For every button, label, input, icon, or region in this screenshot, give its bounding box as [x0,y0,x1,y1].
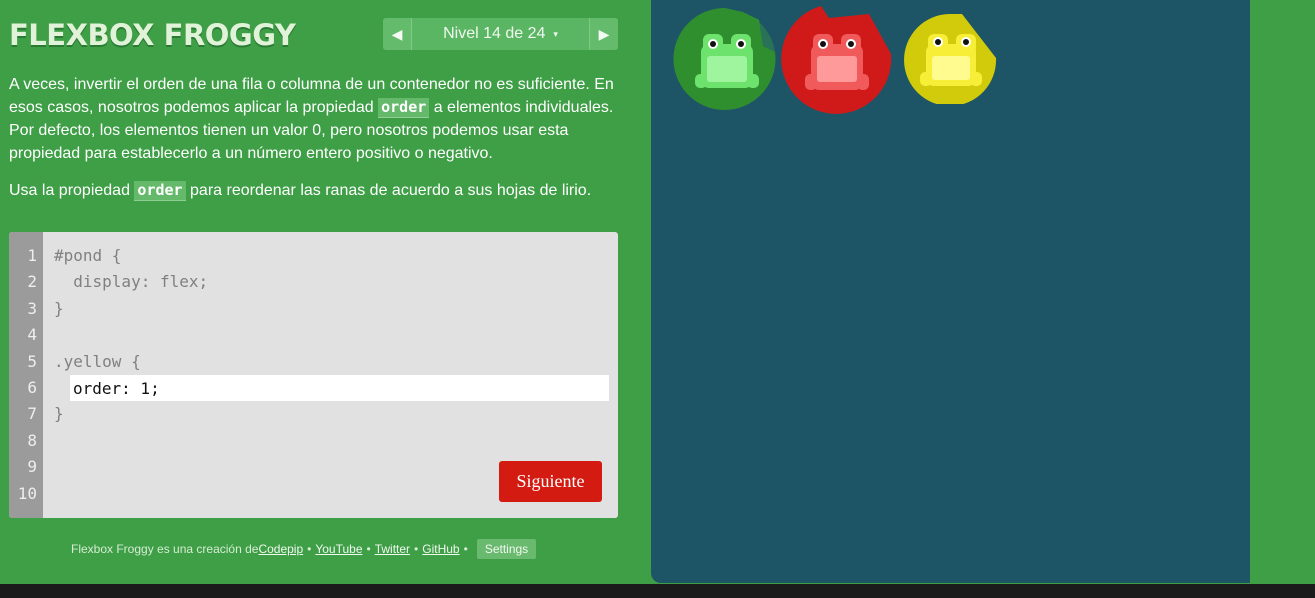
line-number: 6 [27,378,37,397]
level-indicator[interactable]: Nivel 14 de 24 ▾ [411,18,590,50]
line-number: 4 [27,325,37,344]
triangle-right-icon: ▶ [598,25,610,42]
app-logo: FLEXBOX FROGGY [9,18,296,52]
level-label: Nivel 14 de 24 [443,25,546,42]
code-line: } [54,299,64,318]
css-answer-input[interactable] [70,375,609,401]
triangle-left-icon: ◀ [391,25,403,42]
codepip-link[interactable]: Codepip [258,542,303,556]
previous-level-button[interactable]: ◀ [383,18,411,50]
line-number: 9 [27,457,37,476]
line-number: 1 [27,246,37,265]
pond-board [651,0,1250,583]
line-number: 8 [27,431,37,450]
caret-down-icon: ▾ [553,28,558,39]
css-editor: 1 2 3 4 5 6 7 8 9 10 #pond { display: fl… [9,232,618,518]
instructions-paragraph-1: A veces, invertir el orden de una fila o… [9,76,614,162]
line-number-gutter: 1 2 3 4 5 6 7 8 9 10 [9,232,43,518]
settings-button[interactable]: Settings [476,539,537,559]
next-button[interactable]: Siguiente [499,461,602,502]
instructions-panel: FLEXBOX FROGGY ◀ Nivel 14 de 24 ▾ ▶ A ve… [0,0,651,585]
level-navigation: ◀ Nivel 14 de 24 ▾ ▶ [383,18,618,50]
code-line: #pond { [54,246,122,265]
youtube-link[interactable]: YouTube [315,542,362,556]
line-number: 2 [27,272,37,291]
line-number: 7 [27,404,37,423]
line-number: 3 [27,299,37,318]
github-link[interactable]: GitHub [422,542,459,556]
instructions-text: A veces, invertir el orden de una fila o… [9,73,614,216]
line-number: 5 [27,352,37,371]
yellow-lilypad-frog [904,14,997,104]
code-line: .yellow { [54,352,141,371]
code-line: display: flex; [54,272,209,291]
os-taskbar [0,584,1315,598]
credits-footer: Flexbox Froggy es una creación de Codepi… [71,538,537,560]
line-number: 10 [17,484,37,503]
red-lilypad-frog [781,6,892,114]
code-line: } [54,404,64,423]
twitter-link[interactable]: Twitter [375,542,410,556]
instructions-paragraph-2: Usa la propiedad order para reordenar la… [9,181,592,201]
next-level-button[interactable]: ▶ [590,18,618,50]
green-lilypad-frog [673,7,776,110]
code-term-order: order [378,98,430,118]
code-term-order: order [134,181,186,201]
